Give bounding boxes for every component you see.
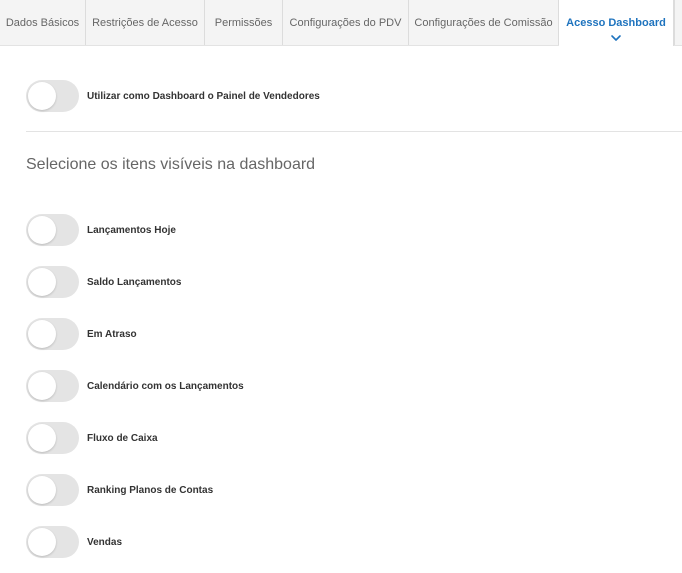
fluxo-de-caixa-toggle[interactable] [26, 422, 79, 454]
vendas-toggle[interactable] [26, 526, 79, 558]
chevron-down-icon [611, 35, 621, 41]
ranking-planos-toggle[interactable] [26, 474, 79, 506]
item-label: Lançamentos Hoje [87, 224, 176, 236]
item-row-calendario: Calendário com os Lançamentos [26, 370, 244, 402]
calendario-toggle[interactable] [26, 370, 79, 402]
saldo-lancamentos-toggle[interactable] [26, 266, 79, 298]
item-row-em-atraso: Em Atraso [26, 318, 137, 350]
tab-label: Dados Básicos [5, 16, 80, 29]
toggle-knob [28, 476, 56, 504]
tab-bar: Dados Básicos Restrições de Acesso Permi… [0, 0, 682, 46]
dashboard-access-panel: Utilizar como Dashboard o Painel de Vend… [0, 46, 682, 573]
item-row-vendas: Vendas [26, 526, 122, 558]
item-label: Calendário com os Lançamentos [87, 380, 244, 392]
item-row-ranking-planos: Ranking Planos de Contas [26, 474, 213, 506]
item-label: Saldo Lançamentos [87, 276, 182, 288]
toggle-knob [28, 216, 56, 244]
tab-label: Configurações do PDV [289, 16, 402, 29]
tab-label: Acesso Dashboard [566, 17, 666, 29]
tab-configuracoes-do-pdv[interactable]: Configurações do PDV [283, 0, 409, 45]
item-row-saldo-lancamentos: Saldo Lançamentos [26, 266, 181, 298]
section-divider [26, 131, 682, 132]
dashboard-vendedores-label: Utilizar como Dashboard o Painel de Vend… [87, 90, 320, 102]
item-label: Vendas [87, 536, 123, 548]
toggle-knob [28, 82, 56, 110]
item-label: Em Atraso [87, 328, 137, 340]
tab-label: Permissões [214, 16, 273, 29]
item-row-lancamentos-hoje: Lançamentos Hoje [26, 214, 176, 246]
tab-dados-basicos[interactable]: Dados Básicos [0, 0, 86, 45]
toggle-knob [28, 528, 56, 556]
dashboard-vendedores-toggle[interactable] [26, 80, 79, 112]
toggle-knob [28, 268, 56, 296]
tab-acesso-dashboard[interactable]: Acesso Dashboard [559, 0, 674, 46]
item-row-fluxo-de-caixa: Fluxo de Caixa [26, 422, 158, 454]
em-atraso-toggle[interactable] [26, 318, 79, 350]
tab-restricoes-de-acesso[interactable]: Restrições de Acesso [86, 0, 205, 45]
toggle-knob [28, 424, 56, 452]
tab-label: Configurações de Comissão [414, 16, 553, 29]
lancamentos-hoje-toggle[interactable] [26, 214, 79, 246]
tab-label: Restrições de Acesso [92, 16, 198, 29]
toggle-knob [28, 320, 56, 348]
tab-bar-filler [674, 0, 682, 45]
section-title: Selecione os itens visíveis na dashboard [26, 156, 316, 173]
item-label: Fluxo de Caixa [87, 432, 158, 444]
tab-configuracoes-de-comissao[interactable]: Configurações de Comissão [409, 0, 559, 45]
tab-permissoes[interactable]: Permissões [205, 0, 283, 45]
item-label: Ranking Planos de Contas [87, 484, 214, 496]
toggle-knob [28, 372, 56, 400]
dashboard-vendedores-row: Utilizar como Dashboard o Painel de Vend… [26, 80, 320, 112]
